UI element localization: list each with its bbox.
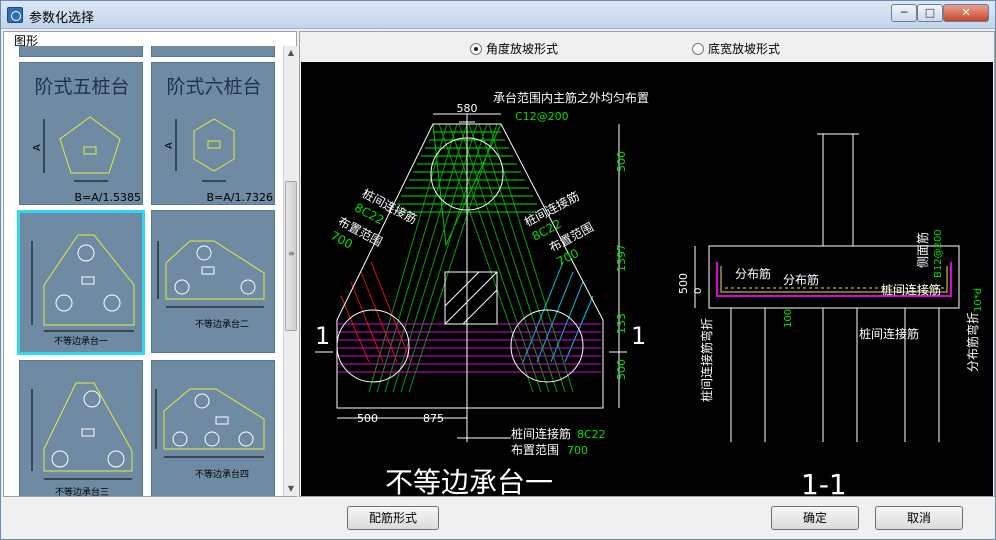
shape-thumbnail-hidden-2[interactable] <box>151 46 275 57</box>
scroll-down-arrow-icon[interactable]: ▼ <box>285 482 297 496</box>
top-rebar: C12@200 <box>515 110 569 123</box>
section-pile-link: 桩间连接筋 <box>881 282 941 297</box>
preview-panel: 角度放坡形式 底宽放坡形式 1 1 580 承台范围内主筋之外均匀布置 C12@… <box>299 31 995 501</box>
minimize-button[interactable]: ─ <box>891 4 917 22</box>
thumb-title: 阶式六桩台 <box>166 76 261 98</box>
plan-view: 1 1 580 承台范围内主筋之外均匀布置 C12@200 500 1397 1… <box>315 90 649 499</box>
thumb-caption: 不等边承台一 <box>54 335 108 347</box>
width-mode-label: 底宽放坡形式 <box>708 42 781 56</box>
bottom-dim-2: 875 <box>423 412 444 425</box>
section-dist-1: 分布筋 <box>735 266 771 281</box>
thumb-axis-label: A <box>32 144 43 151</box>
ok-button[interactable]: 确定 <box>771 506 859 530</box>
close-button[interactable]: ✕ <box>943 4 989 22</box>
section-pile-link-bend: 桩间连接筋弯折 <box>699 318 714 402</box>
shape-thumbnail-hidden-1[interactable] <box>19 46 143 57</box>
width-mode-radio[interactable] <box>692 42 704 55</box>
bottom-label-1: 桩间连接筋 <box>511 426 571 441</box>
thumb-caption: 不等边承台三 <box>55 486 109 496</box>
section-dim-500: 500 <box>677 273 690 294</box>
section-side-label: 侧面筋 <box>915 232 930 268</box>
shape-thumbnail-five-pile[interactable]: 阶式五桩台 A B=A/1.5385 <box>19 62 143 205</box>
title-bar[interactable]: 参数化选择 ─ □ ✕ <box>1 1 995 29</box>
shape-thumbnail-unequal-3[interactable]: 不等边承台三 <box>19 360 143 496</box>
top-note: 承台范围内主筋之外均匀布置 <box>493 90 649 105</box>
section-view: 500 0 100 10*d 分布筋 分布筋 侧面筋 B12@200 桩间连接筋… <box>677 133 984 501</box>
cancel-button[interactable]: 取消 <box>875 506 963 530</box>
section-dim-10d: 10*d <box>973 288 984 312</box>
shape-thumbnail-area: 阶式五桩台 A B=A/1.5385 阶式六桩台 A B=A/1.7326 不等… <box>5 46 282 496</box>
bottom-label-2-val: 700 <box>567 444 588 457</box>
section-side-val: B12@200 <box>933 229 944 278</box>
scroll-up-arrow-icon[interactable]: ▲ <box>285 46 297 60</box>
top-width-dim: 580 <box>457 102 478 115</box>
right-dim-4: 500 <box>615 359 628 380</box>
section-dist-2: 分布筋 <box>783 272 819 287</box>
app-icon <box>7 7 23 23</box>
plan-title: 不等边承台一 <box>385 466 553 496</box>
thumb-axis-label: A <box>164 142 175 149</box>
section-dim-0: 0 <box>693 288 704 294</box>
shape-list-panel: 图形 阶式五桩台 A B=A/1.5385 阶式六桩台 A B=A/1.7326… <box>3 31 297 497</box>
angle-mode-radio[interactable] <box>470 42 482 55</box>
section-mark-left: 1 <box>315 322 330 350</box>
section-mark-right: 1 <box>631 322 646 350</box>
bottom-dim-1: 500 <box>357 412 378 425</box>
thumb-formula: B=A/1.5385 <box>75 191 141 204</box>
right-dim-3: 133 <box>615 313 628 334</box>
shape-thumbnail-unequal-1[interactable]: 不等边承台一 <box>17 210 145 355</box>
width-mode-option[interactable]: 底宽放坡形式 <box>692 40 780 57</box>
thumb-caption: 不等边承台四 <box>195 468 249 480</box>
shape-list-scrollbar[interactable]: ▲ ≡ ▼ <box>283 46 297 496</box>
rebar-form-button[interactable]: 配筋形式 <box>347 506 439 530</box>
maximize-button[interactable]: □ <box>917 4 943 22</box>
dialog-window: 参数化选择 ─ □ ✕ 图形 阶式五桩台 A B=A/1.5385 阶式六桩台 … <box>0 0 996 540</box>
drawing-canvas: 1 1 580 承台范围内主筋之外均匀布置 C12@200 500 1397 1… <box>301 62 993 501</box>
scroll-thumb[interactable]: ≡ <box>285 181 297 331</box>
window-title: 参数化选择 <box>29 11 95 26</box>
shape-thumbnail-six-pile[interactable]: 阶式六桩台 A B=A/1.7326 <box>151 62 275 205</box>
bottom-label-1-val: 8C22 <box>577 428 606 441</box>
right-dim-1: 500 <box>615 151 628 172</box>
section-dist-bend: 分布筋弯折 <box>965 312 980 372</box>
section-dim-100: 100 <box>783 309 794 328</box>
thumb-caption: 不等边承台二 <box>195 318 249 330</box>
right-dim-2: 1397 <box>615 244 628 272</box>
angle-mode-label: 角度放坡形式 <box>486 42 559 56</box>
shape-thumbnail-unequal-4[interactable]: 不等边承台四 <box>151 360 275 496</box>
thumb-title: 阶式五桩台 <box>34 76 129 98</box>
section-title: 1-1 <box>801 468 847 496</box>
thumb-formula: B=A/1.7326 <box>207 191 273 204</box>
shape-thumbnail-unequal-2[interactable]: 不等边承台二 <box>151 210 275 353</box>
angle-mode-option[interactable]: 角度放坡形式 <box>470 40 558 57</box>
bottom-label-2: 布置范围 <box>511 443 559 457</box>
section-pile-link-bottom: 桩间连接筋 <box>859 326 919 341</box>
